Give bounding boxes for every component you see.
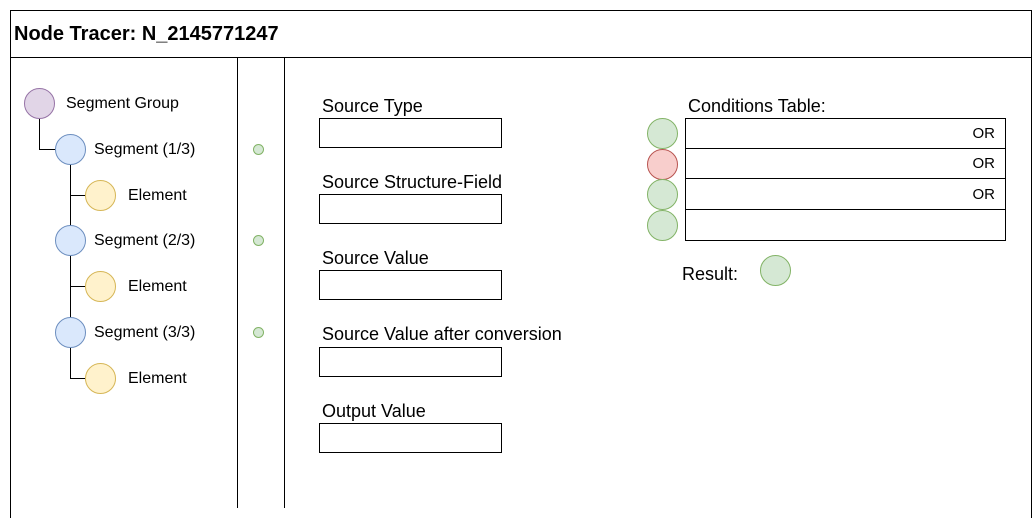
column-divider-status <box>284 58 285 508</box>
condition-status-pass-icon <box>647 179 678 210</box>
segment-status-icon <box>253 144 264 155</box>
element-node-icon[interactable] <box>85 271 116 302</box>
condition-operator: OR <box>972 125 996 142</box>
source-value-after-conversion-field[interactable] <box>319 347 502 377</box>
source-value-label: Source Value <box>322 248 429 268</box>
element-label: Element <box>128 187 187 204</box>
element-label: Element <box>128 370 187 387</box>
condition-status-pass-icon <box>647 210 678 241</box>
segment-label: Segment (1/3) <box>94 141 196 158</box>
condition-row[interactable]: OR <box>686 119 1005 149</box>
tree-connector <box>70 195 85 196</box>
source-value-after-conversion-label: Source Value after conversion <box>322 324 562 344</box>
condition-row[interactable]: OR <box>686 180 1005 210</box>
condition-operator: OR <box>972 186 996 203</box>
result-status-icon <box>760 255 791 286</box>
condition-operator: OR <box>972 155 996 172</box>
condition-status-fail-icon <box>647 149 678 180</box>
tree-connector <box>70 286 85 287</box>
source-structure-field-label: Source Structure-Field <box>322 172 503 192</box>
source-type-label: Source Type <box>322 96 423 116</box>
element-node-icon[interactable] <box>85 180 116 211</box>
segment-label: Segment (3/3) <box>94 324 196 341</box>
element-node-icon[interactable] <box>85 363 116 394</box>
segment-node-icon[interactable] <box>55 317 86 348</box>
segment-node-icon[interactable] <box>55 134 86 165</box>
segment-label: Segment (2/3) <box>94 232 196 249</box>
segment-status-icon <box>253 327 264 338</box>
output-value-label: Output Value <box>322 401 426 421</box>
conditions-table: OR OR OR <box>685 118 1006 241</box>
column-divider-tree <box>237 58 238 508</box>
element-label: Element <box>128 278 187 295</box>
condition-row[interactable]: OR <box>686 149 1005 179</box>
tree-connector <box>39 119 40 149</box>
node-tracer-frame <box>10 10 1032 518</box>
source-structure-field-field[interactable] <box>319 194 502 224</box>
source-type-field[interactable] <box>319 118 502 148</box>
condition-status-pass-icon <box>647 118 678 149</box>
condition-row[interactable] <box>686 211 1005 241</box>
segment-group-node-icon[interactable] <box>24 88 55 119</box>
conditions-table-title: Conditions Table: <box>688 96 826 116</box>
segment-group-label: Segment Group <box>66 95 179 112</box>
output-value-field[interactable] <box>319 423 502 453</box>
tree-connector <box>70 378 85 379</box>
segment-status-icon <box>253 235 264 246</box>
segment-node-icon[interactable] <box>55 225 86 256</box>
tree-connector <box>39 149 55 150</box>
result-label: Result: <box>682 264 739 284</box>
page-title: Node Tracer: N_2145771247 <box>14 23 279 45</box>
source-value-field[interactable] <box>319 270 502 300</box>
